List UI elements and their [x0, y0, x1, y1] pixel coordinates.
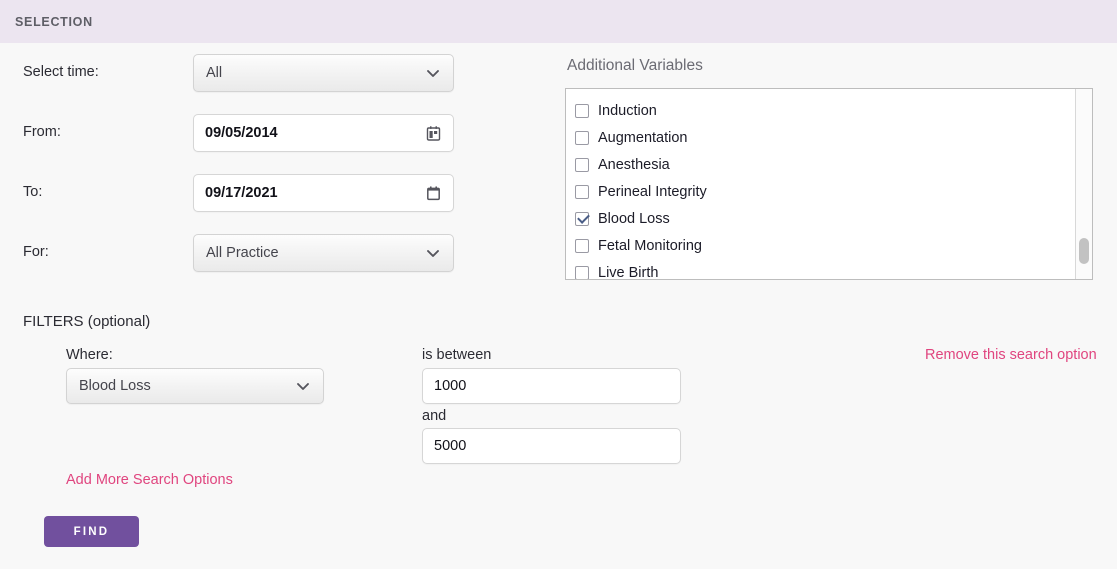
- from-date-input[interactable]: 09/05/2014: [193, 114, 454, 152]
- checkbox-icon[interactable]: [575, 238, 589, 253]
- where-field-dropdown[interactable]: Blood Loss: [66, 368, 324, 404]
- select-time-value: All: [206, 65, 223, 81]
- section-header: SELECTION: [0, 0, 1117, 43]
- where-field-value: Blood Loss: [79, 378, 151, 394]
- variable-item[interactable]: Augmentation: [575, 124, 1092, 151]
- chevron-down-icon: [295, 378, 311, 394]
- min-value: 1000: [434, 378, 467, 394]
- variable-item[interactable]: Live Birth: [575, 259, 1092, 280]
- chevron-down-icon: [425, 65, 441, 81]
- to-label: To:: [23, 184, 43, 200]
- add-more-search-options-link[interactable]: Add More Search Options: [66, 472, 233, 488]
- calendar-icon[interactable]: [425, 125, 442, 142]
- select-time-label: Select time:: [23, 64, 99, 80]
- is-between-label: is between: [422, 347, 492, 363]
- to-date-value: 09/17/2021: [205, 185, 278, 201]
- for-label: For:: [23, 244, 49, 260]
- selection-panel: SELECTION Select time: All From: 09/05/2…: [0, 0, 1117, 569]
- checkbox-icon[interactable]: [575, 130, 589, 145]
- variable-item-label: Augmentation: [598, 129, 688, 146]
- filters-title: FILTERS (optional): [23, 313, 151, 330]
- and-label: and: [422, 408, 447, 424]
- variable-item[interactable]: Blood Loss: [575, 205, 1092, 232]
- chevron-down-icon: [425, 245, 441, 261]
- additional-variables-title: Additional Variables: [567, 57, 703, 74]
- variable-item-label: Blood Loss: [598, 210, 670, 227]
- to-date-input[interactable]: 09/17/2021: [193, 174, 454, 212]
- variable-item-label: Fetal Monitoring: [598, 237, 702, 254]
- from-label: From:: [23, 124, 61, 140]
- variable-item[interactable]: Perineal Integrity: [575, 178, 1092, 205]
- find-button[interactable]: FIND: [44, 516, 139, 547]
- where-label: Where:: [66, 347, 113, 363]
- max-value: 5000: [434, 438, 467, 454]
- additional-variables-items: Induction Augmentation Anesthesia Perineal …: [566, 89, 1092, 280]
- calendar-icon[interactable]: [425, 185, 442, 202]
- for-practice-dropdown[interactable]: All Practice: [193, 234, 454, 272]
- remove-search-option-link[interactable]: Remove this search option: [925, 347, 1097, 363]
- min-value-input[interactable]: 1000: [422, 368, 681, 404]
- variable-item[interactable]: Anesthesia: [575, 151, 1092, 178]
- checkbox-icon[interactable]: [575, 103, 589, 118]
- variable-item-label: Induction: [598, 102, 657, 119]
- variable-item[interactable]: Induction: [575, 97, 1092, 124]
- variable-item-label: Anesthesia: [598, 156, 670, 173]
- checkbox-icon[interactable]: [575, 265, 589, 279]
- select-time-dropdown[interactable]: All: [193, 54, 454, 92]
- section-header-title: SELECTION: [15, 14, 93, 29]
- checkbox-checked-icon[interactable]: [575, 211, 589, 226]
- for-practice-value: All Practice: [206, 245, 279, 261]
- max-value-input[interactable]: 5000: [422, 428, 681, 464]
- variable-item-label: Perineal Integrity: [598, 183, 707, 200]
- variable-item[interactable]: Fetal Monitoring: [575, 232, 1092, 259]
- variable-item-label: Live Birth: [598, 264, 659, 280]
- scrollbar-track[interactable]: [1075, 89, 1092, 279]
- checkbox-icon[interactable]: [575, 157, 589, 172]
- checkbox-icon[interactable]: [575, 184, 589, 199]
- from-date-value: 09/05/2014: [205, 125, 278, 141]
- scrollbar-thumb[interactable]: [1079, 238, 1089, 264]
- additional-variables-list[interactable]: Induction Augmentation Anesthesia Perineal …: [565, 88, 1093, 280]
